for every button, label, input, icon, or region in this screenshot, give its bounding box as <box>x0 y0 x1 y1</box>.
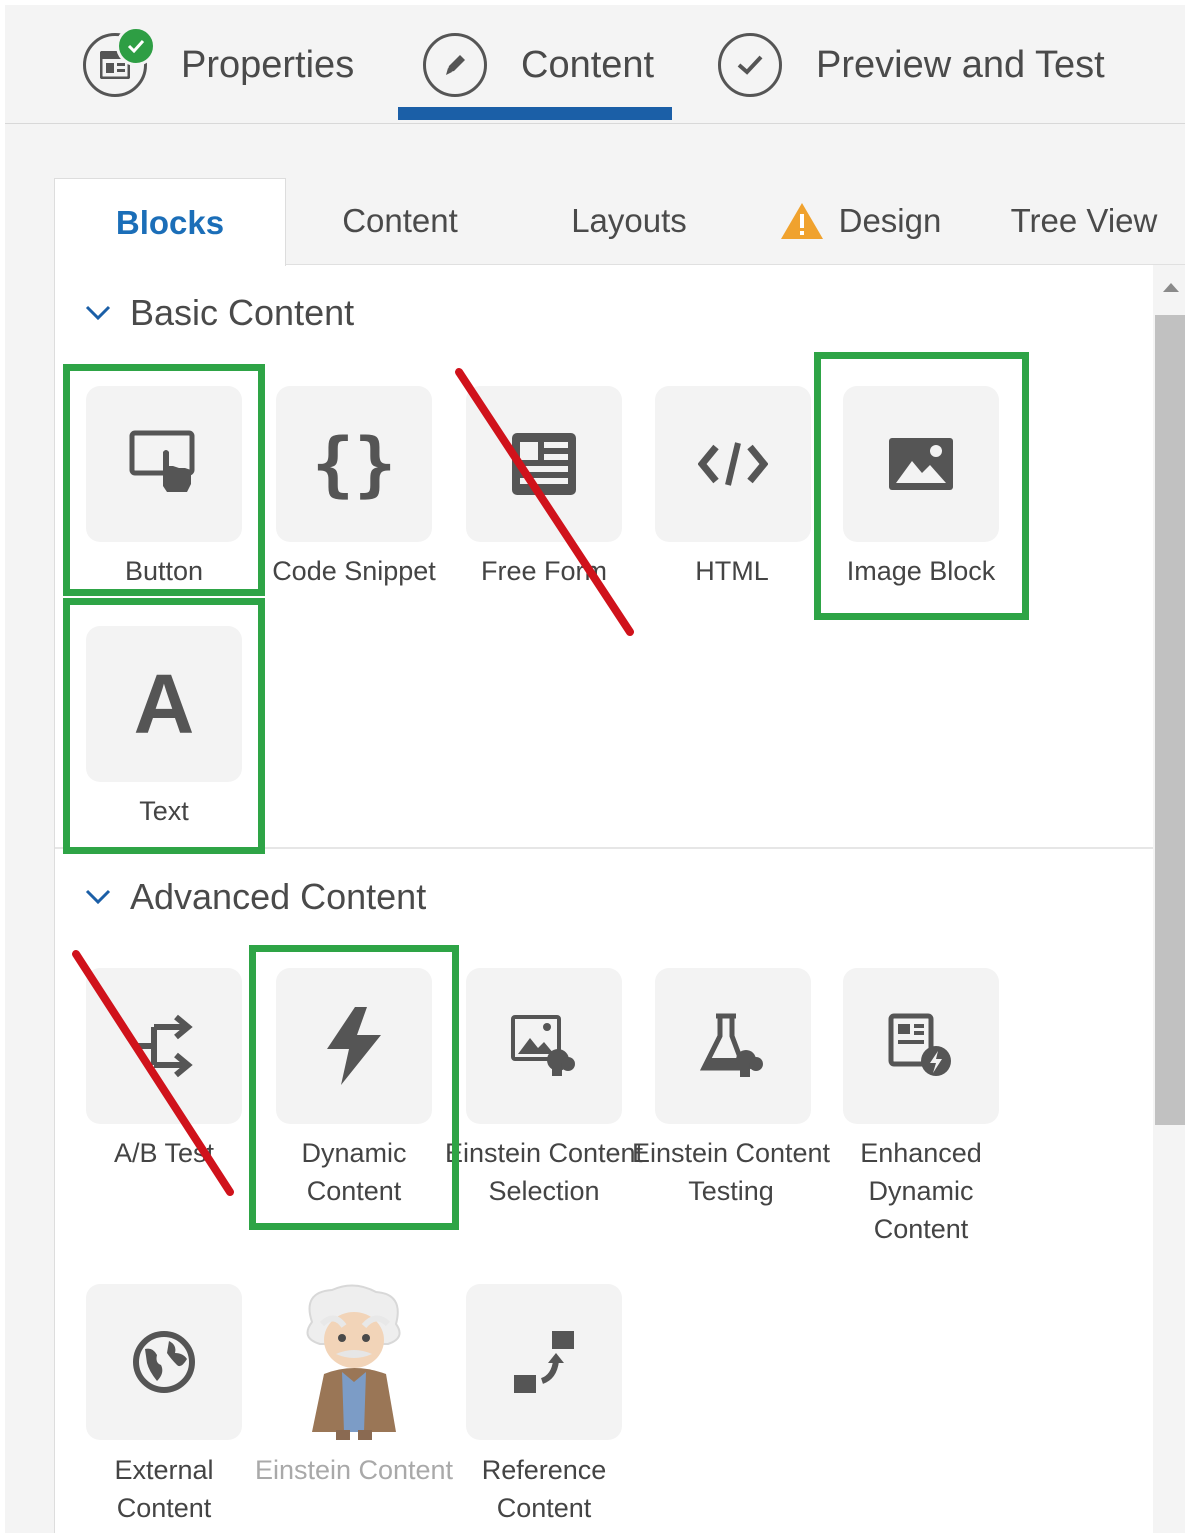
properties-icon <box>83 26 156 97</box>
tab-design[interactable]: Design <box>770 178 950 264</box>
block-label: Enhanced Dynamic Content <box>860 1138 982 1244</box>
section-title: Advanced Content <box>130 876 427 917</box>
ab-test-icon <box>136 1014 193 1078</box>
globe-icon <box>133 1331 195 1393</box>
tab-label: Content <box>342 202 458 239</box>
scrollbar-thumb[interactable] <box>1155 315 1185 1125</box>
active-step-indicator <box>398 107 672 120</box>
block-reference-content[interactable] <box>466 1284 622 1440</box>
einstein-mascot-icon <box>306 1284 401 1440</box>
block-label: Einstein Content Testing <box>631 1138 831 1206</box>
step-properties[interactable]: Properties <box>83 26 355 100</box>
tab-blocks[interactable]: Blocks <box>54 178 286 266</box>
highlight-box-image-block <box>814 352 1029 620</box>
block-ab-test[interactable] <box>86 968 242 1124</box>
tab-label: Tree View <box>1010 202 1158 239</box>
highlight-box-text <box>63 598 265 854</box>
pencil-icon <box>423 33 487 97</box>
panel-tabs: Blocks Content Layouts Design Tree View <box>54 178 1185 266</box>
block-label: External Content <box>114 1455 214 1523</box>
step-content[interactable]: Content <box>423 30 654 100</box>
tab-content[interactable]: Content <box>312 178 488 264</box>
tab-label: Blocks <box>115 203 225 241</box>
block-external-content[interactable] <box>86 1284 242 1440</box>
block-code-snippet[interactable]: {} <box>276 386 432 542</box>
tab-label: Layouts <box>571 202 687 239</box>
free-form-icon <box>512 433 576 495</box>
section-header-advanced-content[interactable]: Advanced Content <box>84 876 426 918</box>
tab-label: Design <box>838 202 942 239</box>
scroll-up-arrow-icon[interactable] <box>1163 283 1179 292</box>
block-label: Code Snippet <box>272 556 436 586</box>
block-label: HTML <box>695 556 769 586</box>
block-label: Einstein Content Selection <box>444 1138 644 1206</box>
tab-tree-view[interactable]: Tree View <box>1004 178 1164 264</box>
section-header-basic-content[interactable]: Basic Content <box>84 292 354 334</box>
section-title: Basic Content <box>130 292 355 333</box>
completed-check-icon <box>116 26 156 66</box>
step-preview-and-test[interactable]: Preview and Test <box>718 30 1105 100</box>
block-label: A/B Test <box>113 1138 215 1168</box>
tab-layouts[interactable]: Layouts <box>544 178 714 264</box>
block-html[interactable] <box>655 386 811 542</box>
block-label: Free Form <box>480 556 607 586</box>
warning-icon <box>780 203 823 239</box>
chevron-down-icon <box>85 305 111 321</box>
step-label: Properties <box>181 43 355 86</box>
step-label: Preview and Test <box>816 43 1105 86</box>
html-code-icon <box>698 442 768 486</box>
braces-icon: {} <box>311 423 397 505</box>
einstein-image-icon <box>511 1015 575 1076</box>
block-free-form[interactable] <box>466 386 622 542</box>
block-einstein-content-testing[interactable] <box>655 968 811 1124</box>
highlight-box-dynamic-content <box>249 945 459 1230</box>
block-label: Reference Content <box>481 1455 607 1523</box>
highlight-box-button <box>63 364 265 596</box>
block-einstein-content-selection[interactable] <box>466 968 622 1124</box>
enhanced-dynamic-icon <box>888 1013 951 1076</box>
flask-icon <box>700 1013 763 1077</box>
check-circle-icon <box>718 33 782 97</box>
chevron-down-icon <box>85 889 111 905</box>
block-enhanced-dynamic-content[interactable] <box>843 968 999 1124</box>
block-label: Einstein Content <box>254 1455 454 1485</box>
step-label: Content <box>521 43 655 86</box>
reference-icon <box>514 1331 574 1393</box>
